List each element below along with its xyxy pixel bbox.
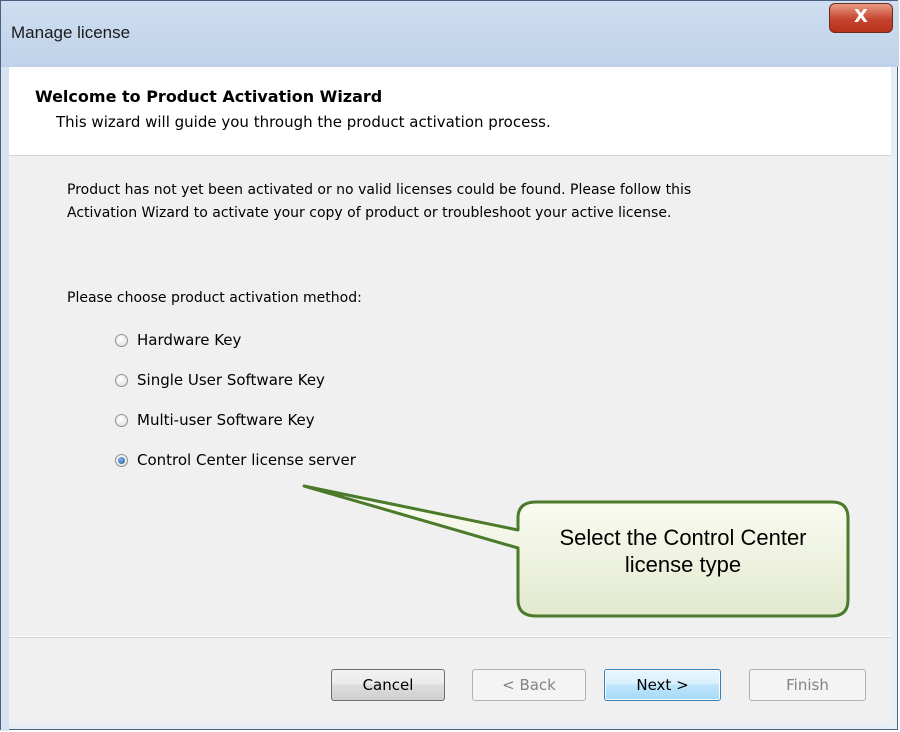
description-line-1: Product has not yet been activated or no… xyxy=(67,182,692,198)
option-label-multi-user-software-key[interactable]: Multi-user Software Key xyxy=(137,411,315,429)
callout-text: Select the Control Center license type xyxy=(518,524,848,578)
close-button[interactable]: X xyxy=(829,3,893,33)
cancel-button-label: Cancel xyxy=(362,676,414,694)
finish-button[interactable]: Finish xyxy=(749,669,866,701)
option-label-control-center-license-server[interactable]: Control Center license server xyxy=(137,451,356,469)
callout-line-2: license type xyxy=(624,552,742,577)
radio-single-user-software-key[interactable] xyxy=(115,373,128,387)
next-button-label: Next > xyxy=(636,676,689,694)
wizard-title: Welcome to Product Activation Wizard xyxy=(35,87,383,106)
title-bar[interactable]: Manage license xyxy=(1,1,899,67)
manage-license-window: Manage license X Welcome to Product Acti… xyxy=(0,0,899,731)
radio-control-center-license-server[interactable] xyxy=(115,453,128,467)
description-line-2: Activation Wizard to activate your copy … xyxy=(67,205,672,221)
option-control-center-license-server[interactable]: Control Center license server xyxy=(115,449,356,471)
activation-method-prompt: Please choose product activation method: xyxy=(67,290,362,306)
radio-multi-user-software-key[interactable] xyxy=(115,413,128,427)
back-button[interactable]: < Back xyxy=(472,669,586,701)
radio-hardware-key[interactable] xyxy=(115,333,128,347)
option-hardware-key[interactable]: Hardware Key xyxy=(115,329,241,351)
finish-button-label: Finish xyxy=(786,676,829,694)
cancel-button[interactable]: Cancel xyxy=(331,669,445,701)
close-icon: X xyxy=(854,6,868,27)
callout-line-1: Select the Control Center xyxy=(559,525,807,550)
back-button-label: < Back xyxy=(502,676,556,694)
wizard-subtitle: This wizard will guide you through the p… xyxy=(56,113,551,131)
option-single-user-software-key[interactable]: Single User Software Key xyxy=(115,369,325,391)
option-multi-user-software-key[interactable]: Multi-user Software Key xyxy=(115,409,315,431)
next-button[interactable]: Next > xyxy=(604,669,721,701)
wizard-header: Welcome to Product Activation Wizard Thi… xyxy=(9,67,891,156)
option-label-single-user-software-key[interactable]: Single User Software Key xyxy=(137,371,325,389)
option-label-hardware-key[interactable]: Hardware Key xyxy=(137,331,241,349)
window-title: Manage license xyxy=(11,23,131,42)
window-left-frame xyxy=(1,67,9,731)
activation-description: Product has not yet been activated or no… xyxy=(67,179,691,225)
